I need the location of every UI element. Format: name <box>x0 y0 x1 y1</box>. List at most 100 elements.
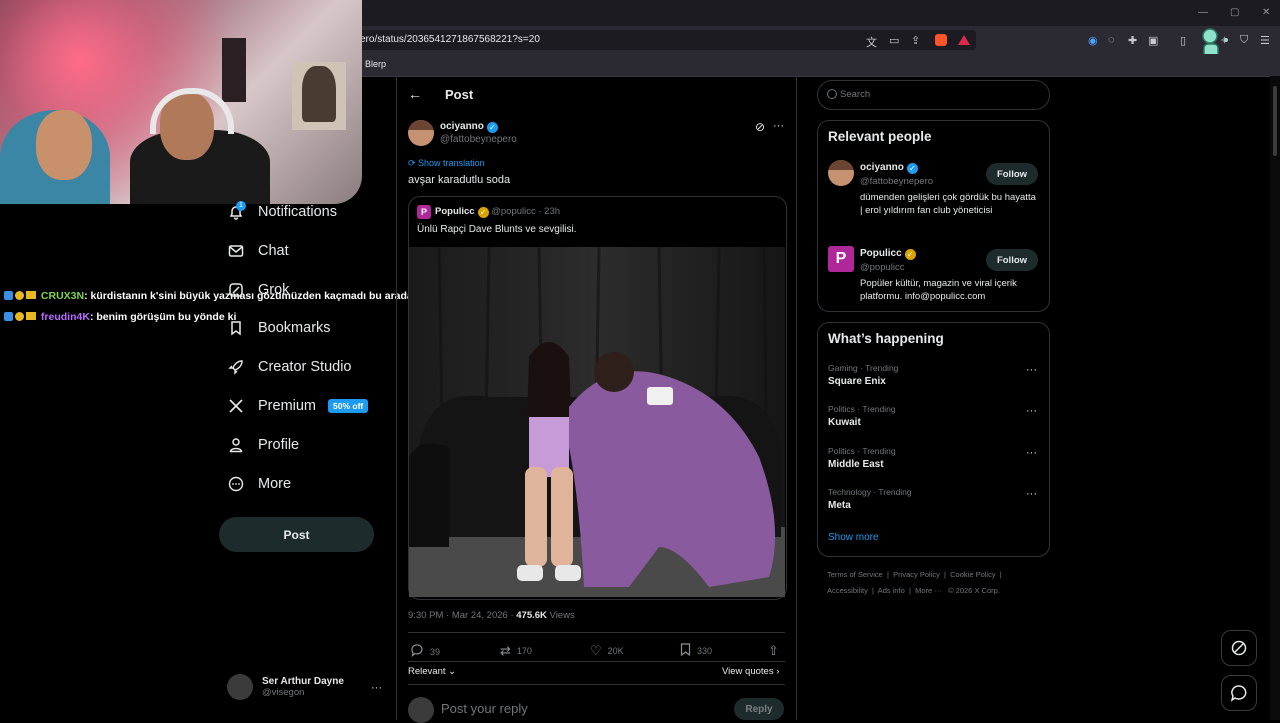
reader-icon[interactable]: ▭ <box>889 34 899 47</box>
audio-icon[interactable]: ◉ <box>1088 34 1098 47</box>
reply-avatar <box>408 697 434 723</box>
nav-creator-studio[interactable]: Creator Studio <box>228 355 352 379</box>
share-icon[interactable]: ⇪ <box>911 34 920 47</box>
nav-profile[interactable]: Profile <box>228 433 299 457</box>
footer-link[interactable]: More ··· <box>915 586 942 595</box>
person-name[interactable]: ociyanno <box>860 162 904 173</box>
nav-label: Profile <box>258 437 300 453</box>
like-action[interactable]: ♡ 20K <box>590 643 624 659</box>
extension-icon[interactable]: ◌ <box>1108 34 1115 46</box>
divider <box>396 76 397 720</box>
view-quotes-link[interactable]: View quotes › <box>722 666 779 677</box>
search-placeholder: Search <box>840 89 871 100</box>
footer-link[interactable]: Accessibility <box>827 586 868 595</box>
trend-name[interactable]: Square Enix <box>828 376 886 387</box>
nav-bookmarks[interactable]: Bookmarks <box>228 316 331 340</box>
rewards-icon[interactable] <box>958 35 970 45</box>
translate-icon[interactable]: 文 <box>866 34 877 50</box>
author-avatar[interactable] <box>408 120 434 146</box>
person-name[interactable]: Populicc <box>860 248 902 259</box>
follow-button[interactable]: Follow <box>986 249 1038 271</box>
menu-icon[interactable]: ☰ <box>1260 34 1270 47</box>
scrollbar-thumb[interactable] <box>1273 86 1277 156</box>
person-handle: @fattobeynepero <box>860 176 934 187</box>
close-icon[interactable]: ✕ <box>1262 7 1270 18</box>
bookmark-action[interactable]: 330 <box>680 643 712 659</box>
panel-title: Relevant people <box>828 129 932 144</box>
person-handle: @populicc <box>860 262 905 273</box>
chat-username: freudin4K <box>40 311 90 323</box>
panel-title: What’s happening <box>828 331 944 346</box>
footer-link[interactable]: Privacy Policy <box>893 570 940 579</box>
minimize-icon[interactable]: — <box>1198 7 1208 18</box>
trend-more-icon[interactable]: ··· <box>1026 488 1037 500</box>
post-button[interactable]: Post <box>219 517 374 552</box>
trend-more-icon[interactable]: ··· <box>1026 447 1037 459</box>
chevron-right-icon: › <box>773 666 780 677</box>
trend-name[interactable]: Kuwait <box>828 417 861 428</box>
nav-label: Bookmarks <box>258 320 331 336</box>
notification-badge: 1 <box>236 201 246 211</box>
url-text: ero/status/2036541271867568221?s=20 <box>360 34 540 45</box>
footer-link[interactable]: Terms of Service <box>827 570 883 579</box>
reply-input[interactable]: Post your reply <box>441 701 528 716</box>
trend-more-icon[interactable]: ··· <box>1026 405 1037 417</box>
person-name-row[interactable]: ociyanno ✓ <box>860 162 918 174</box>
chat-message: CRUX3N: kürdistanın k'sini büyük yazması… <box>4 290 413 302</box>
trend-more-icon[interactable]: ··· <box>1026 364 1037 376</box>
author-name[interactable]: ociyanno <box>440 121 484 132</box>
reply-button[interactable]: Reply <box>734 698 784 720</box>
repost-count: 170 <box>516 646 532 656</box>
author-handle[interactable]: @fattobeynepero <box>440 134 517 145</box>
show-translation-link[interactable]: ⟳ Show translation <box>408 158 485 169</box>
nav-chat[interactable]: Chat <box>228 239 289 263</box>
nav-premium[interactable]: Premium 50% off <box>228 394 369 418</box>
populicc-logo-icon[interactable]: P <box>828 246 854 272</box>
post-timestamp: 9:30 PM · Mar 24, 2026 · 475.6K Views <box>408 610 575 621</box>
follow-button[interactable]: Follow <box>986 163 1038 185</box>
nav-label: More <box>258 476 292 492</box>
brave-shield-icon[interactable] <box>935 34 947 46</box>
bookmark-icon <box>680 643 691 659</box>
trend-name[interactable]: Meta <box>828 500 851 511</box>
avatar[interactable] <box>828 160 854 186</box>
share-action[interactable]: ⇧ <box>768 643 779 659</box>
footer-link[interactable]: Cookie Policy <box>950 570 995 579</box>
divider <box>408 661 785 662</box>
nav-label: Notifications <box>258 204 337 220</box>
nav-label: Grok <box>258 282 290 298</box>
back-arrow-icon[interactable]: ← <box>408 86 422 102</box>
reply-action[interactable]: 39 <box>410 643 440 660</box>
nav-more[interactable]: More <box>228 472 291 496</box>
repost-icon: ⇄ <box>500 643 511 658</box>
messages-fab-icon[interactable] <box>1221 675 1257 711</box>
puzzle-icon[interactable]: ✚ <box>1128 34 1137 47</box>
vpn-icon[interactable]: ⛉ <box>1240 34 1248 47</box>
show-more-link[interactable]: Show more <box>828 532 879 543</box>
author-name-row[interactable]: ociyanno ✓ <box>440 121 498 133</box>
account-switcher[interactable]: Ser Arthur Dayne @visegon <box>227 674 344 700</box>
quote-time: · 23h <box>538 206 561 217</box>
bookmark-blerp[interactable]: Blerp <box>365 59 386 69</box>
maximize-icon[interactable]: ▢ <box>1230 7 1239 18</box>
grok-explain-icon[interactable]: ⊘ <box>755 120 765 134</box>
leo-icon[interactable]: ✧ <box>1220 34 1229 47</box>
person-name-row[interactable]: Populicc ✓ <box>860 248 916 260</box>
nav-label: Creator Studio <box>258 359 352 375</box>
quote-author-name: Populicc <box>435 206 475 217</box>
trend-name[interactable]: Middle East <box>828 459 884 470</box>
footer-link[interactable]: Ads info <box>878 586 905 595</box>
grok-fab-icon[interactable] <box>1221 630 1257 666</box>
post-image[interactable] <box>409 247 785 597</box>
view-quotes-label: View quotes <box>722 666 774 677</box>
nav-grok[interactable]: Grok <box>228 278 289 302</box>
x-icon <box>228 398 244 414</box>
chat-username: CRUX3N <box>40 290 85 302</box>
scrollbar[interactable] <box>1270 76 1280 720</box>
account-more-icon[interactable]: ··· <box>371 682 382 694</box>
wallet-icon[interactable]: ▣ <box>1148 34 1158 47</box>
repost-action[interactable]: ⇄ 170 <box>500 643 532 659</box>
sort-relevant-dropdown[interactable]: Relevant ⌄ <box>408 666 456 677</box>
post-more-icon[interactable]: ··· <box>773 120 784 132</box>
sidebar-icon[interactable]: ▯ <box>1180 34 1186 47</box>
